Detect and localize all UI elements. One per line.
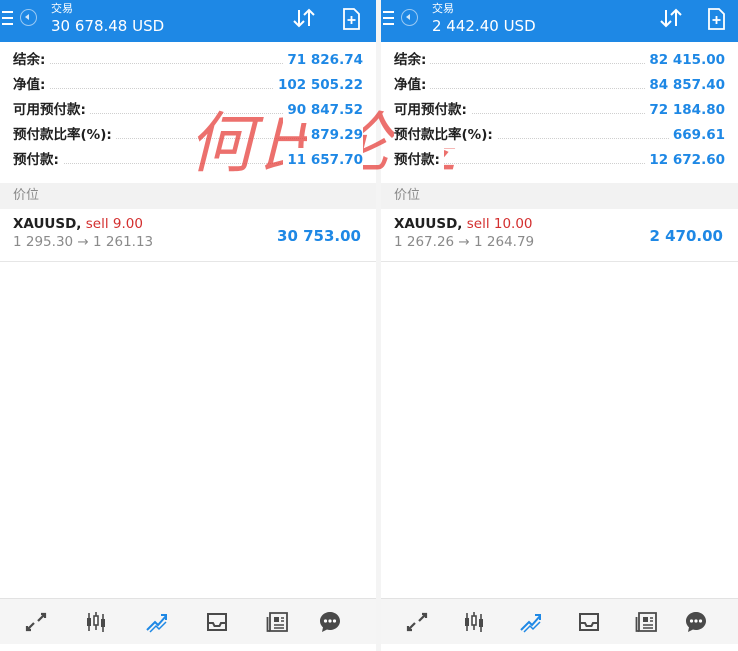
position-prices: 1 267.26 → 1 264.79	[394, 234, 535, 250]
position-side: sell 9.00	[85, 216, 143, 232]
row-margin-level: 预付款比率(%): 669.61	[381, 123, 738, 148]
chart-icon[interactable]	[462, 610, 486, 634]
row-label: 预付款比率(%):	[394, 123, 497, 148]
new-order-icon[interactable]	[706, 8, 726, 30]
row-value: 102 505.22	[274, 73, 363, 98]
row-value: 72 184.80	[645, 98, 725, 123]
history-icon[interactable]	[577, 610, 601, 634]
chat-icon[interactable]	[318, 610, 342, 634]
row-label: 结余:	[394, 48, 431, 73]
new-order-icon[interactable]	[341, 8, 361, 30]
header-subtitle: 交易	[432, 2, 454, 15]
news-icon[interactable]	[266, 610, 290, 634]
row-value: 669.61	[668, 123, 725, 148]
row-label: 预付款:	[13, 148, 63, 173]
app-header: 交易 2 442.40 USD	[381, 0, 738, 42]
row-value: 71 826.74	[283, 48, 363, 73]
trade-icon[interactable]	[145, 610, 169, 634]
position-symbol: XAUUSD,	[394, 216, 463, 232]
menu-icon[interactable]	[383, 11, 394, 26]
row-value: 879.29	[306, 123, 363, 148]
row-equity: 净值: 84 857.40	[381, 73, 738, 98]
header-subtitle: 交易	[51, 2, 73, 15]
position-prices: 1 295.30 → 1 261.13	[13, 234, 154, 250]
row-label: 结余:	[13, 48, 50, 73]
chart-icon[interactable]	[84, 610, 108, 634]
back-icon[interactable]	[20, 9, 37, 26]
row-free-margin: 可用预付款: 72 184.80	[381, 98, 738, 123]
position-side: sell 10.00	[466, 216, 533, 232]
screen-right: 交易 2 442.40 USD 结余: 82 415.00 净值: 84 857…	[381, 0, 738, 651]
row-label: 净值:	[13, 73, 50, 98]
app-header: 交易 30 678.48 USD	[0, 0, 376, 42]
quotes-icon[interactable]	[24, 610, 48, 634]
row-label: 可用预付款:	[394, 98, 471, 123]
row-label: 可用预付款:	[13, 98, 90, 123]
bottom-nav	[381, 598, 738, 644]
section-header: 价位	[0, 183, 376, 209]
screen-left: 交易 30 678.48 USD 结余: 71 826.74 净值: 102 5…	[0, 0, 376, 651]
quotes-icon[interactable]	[405, 610, 429, 634]
chat-icon[interactable]	[684, 610, 708, 634]
row-balance: 结余: 82 415.00	[381, 48, 738, 73]
row-value: 11 657.70	[283, 148, 363, 173]
position-row[interactable]: XAUUSD, sell 10.00 1 267.26 → 1 264.79 2…	[381, 209, 738, 262]
position-profit: 2 470.00	[649, 227, 723, 245]
section-header: 价位	[381, 183, 738, 209]
row-label: 预付款:	[394, 148, 444, 173]
back-icon[interactable]	[401, 9, 418, 26]
row-value: 12 672.60	[645, 148, 725, 173]
row-label: 净值:	[394, 73, 431, 98]
account-summary: 结余: 82 415.00 净值: 84 857.40 可用预付款: 72 18…	[381, 48, 738, 173]
row-margin: 预付款: 12 672.60	[381, 148, 738, 173]
bottom-nav	[0, 598, 376, 644]
sort-icon[interactable]	[658, 7, 684, 29]
position-row[interactable]: XAUUSD, sell 9.00 1 295.30 → 1 261.13 30…	[0, 209, 376, 262]
news-icon[interactable]	[635, 610, 659, 634]
row-balance: 结余: 71 826.74	[0, 48, 376, 73]
position-profit: 30 753.00	[277, 227, 361, 245]
header-title: 2 442.40 USD	[432, 17, 536, 35]
sort-icon[interactable]	[291, 7, 317, 29]
row-equity: 净值: 102 505.22	[0, 73, 376, 98]
row-value: 84 857.40	[645, 73, 725, 98]
header-title: 30 678.48 USD	[51, 17, 165, 35]
row-value: 90 847.52	[283, 98, 363, 123]
history-icon[interactable]	[205, 610, 229, 634]
row-label: 预付款比率(%):	[13, 123, 116, 148]
row-value: 82 415.00	[645, 48, 725, 73]
menu-icon[interactable]	[2, 11, 13, 26]
position-symbol: XAUUSD,	[13, 216, 82, 232]
trade-icon[interactable]	[519, 610, 543, 634]
